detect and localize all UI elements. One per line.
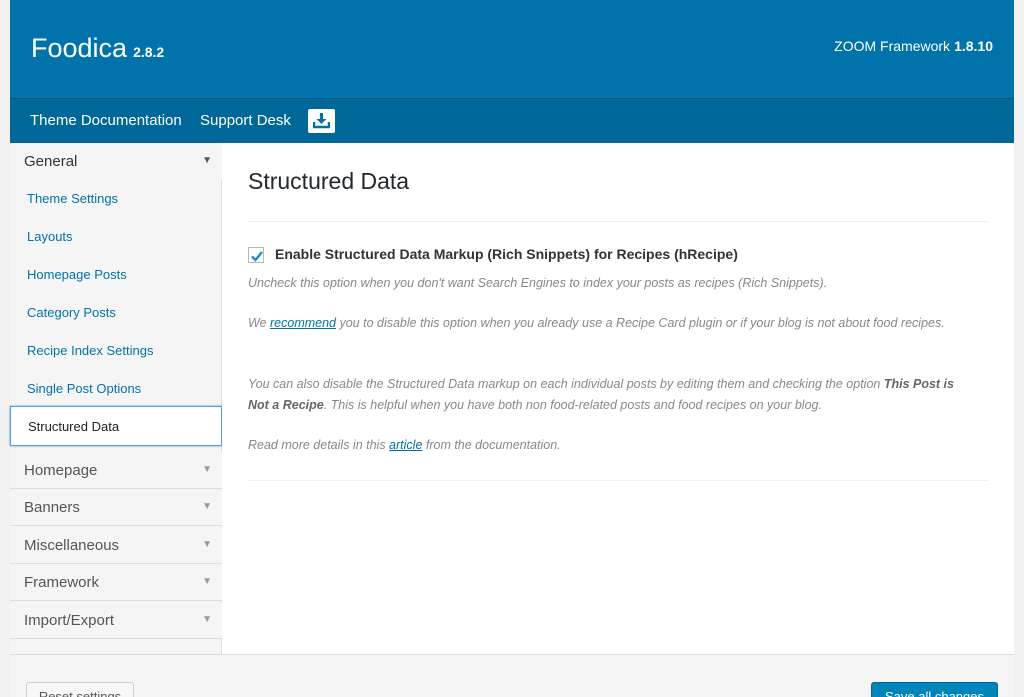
structured-data-checkbox[interactable]: [248, 247, 264, 263]
theme-version: 2.8.2: [133, 44, 165, 60]
option-individual-posts-note: You can also disable the Structured Data…: [248, 377, 954, 412]
sub-navigation: Theme Documentation Support Desk: [10, 98, 1014, 143]
framework-version-label: ZOOM Framework 1.8.10: [834, 38, 993, 54]
sidebar-section-homepage[interactable]: Homepage ▼: [10, 452, 222, 489]
sidebar-item-recipe-index-settings[interactable]: Recipe Index Settings: [27, 343, 153, 358]
sidebar-section-banners[interactable]: Banners ▼: [10, 489, 222, 526]
download-icon: [313, 113, 330, 129]
triangle-down-icon: ▼: [202, 464, 212, 475]
divider: [248, 480, 988, 481]
sidebar-item-homepage-posts[interactable]: Homepage Posts: [27, 267, 127, 282]
triangle-down-icon: ▼: [202, 501, 212, 512]
sidebar-section-import-export[interactable]: Import/Export ▼: [10, 602, 222, 639]
recommend-link[interactable]: recommend: [270, 316, 336, 330]
sidebar-section-general[interactable]: General ▼: [10, 143, 222, 180]
triangle-down-icon: ▼: [202, 539, 212, 550]
option-recommendation: We recommend you to disable this option …: [248, 316, 945, 330]
support-desk-link[interactable]: Support Desk: [200, 112, 291, 129]
article-link[interactable]: article: [389, 438, 422, 452]
download-button[interactable]: [308, 109, 335, 133]
triangle-down-icon: ▼: [202, 155, 212, 166]
save-all-changes-button[interactable]: Save all changes: [871, 682, 998, 697]
settings-sidebar: General ▼ Theme Settings Layouts Homepag…: [10, 143, 222, 654]
sidebar-item-layouts[interactable]: Layouts: [27, 229, 73, 244]
header-bar: Foodica 2.8.2 ZOOM Framework 1.8.10: [10, 0, 1014, 98]
footer-bar: Reset settings Save all changes: [10, 654, 1014, 697]
triangle-down-icon: ▼: [202, 614, 212, 625]
divider: [248, 221, 988, 222]
checkmark-icon: [251, 251, 263, 262]
triangle-down-icon: ▼: [202, 576, 212, 587]
sidebar-section-framework[interactable]: Framework ▼: [10, 564, 222, 601]
sidebar-item-structured-data[interactable]: Structured Data: [10, 406, 222, 446]
sidebar-section-miscellaneous[interactable]: Miscellaneous ▼: [10, 527, 222, 564]
theme-title: Foodica 2.8.2: [31, 31, 164, 69]
theme-documentation-link[interactable]: Theme Documentation: [30, 112, 182, 129]
option-read-more: Read more details in this article from t…: [248, 438, 561, 452]
sidebar-item-single-post-options[interactable]: Single Post Options: [27, 381, 141, 396]
structured-data-checkbox-label[interactable]: Enable Structured Data Markup (Rich Snip…: [275, 246, 738, 262]
theme-name: Foodica: [31, 33, 128, 63]
sidebar-item-category-posts[interactable]: Category Posts: [27, 305, 116, 320]
page-title: Structured Data: [248, 168, 410, 194]
reset-settings-button[interactable]: Reset settings: [26, 682, 134, 697]
settings-panel: Structured Data Enable Structured Data M…: [222, 143, 1014, 654]
sidebar-item-theme-settings[interactable]: Theme Settings: [27, 191, 118, 206]
option-description: Uncheck this option when you don't want …: [248, 276, 828, 290]
